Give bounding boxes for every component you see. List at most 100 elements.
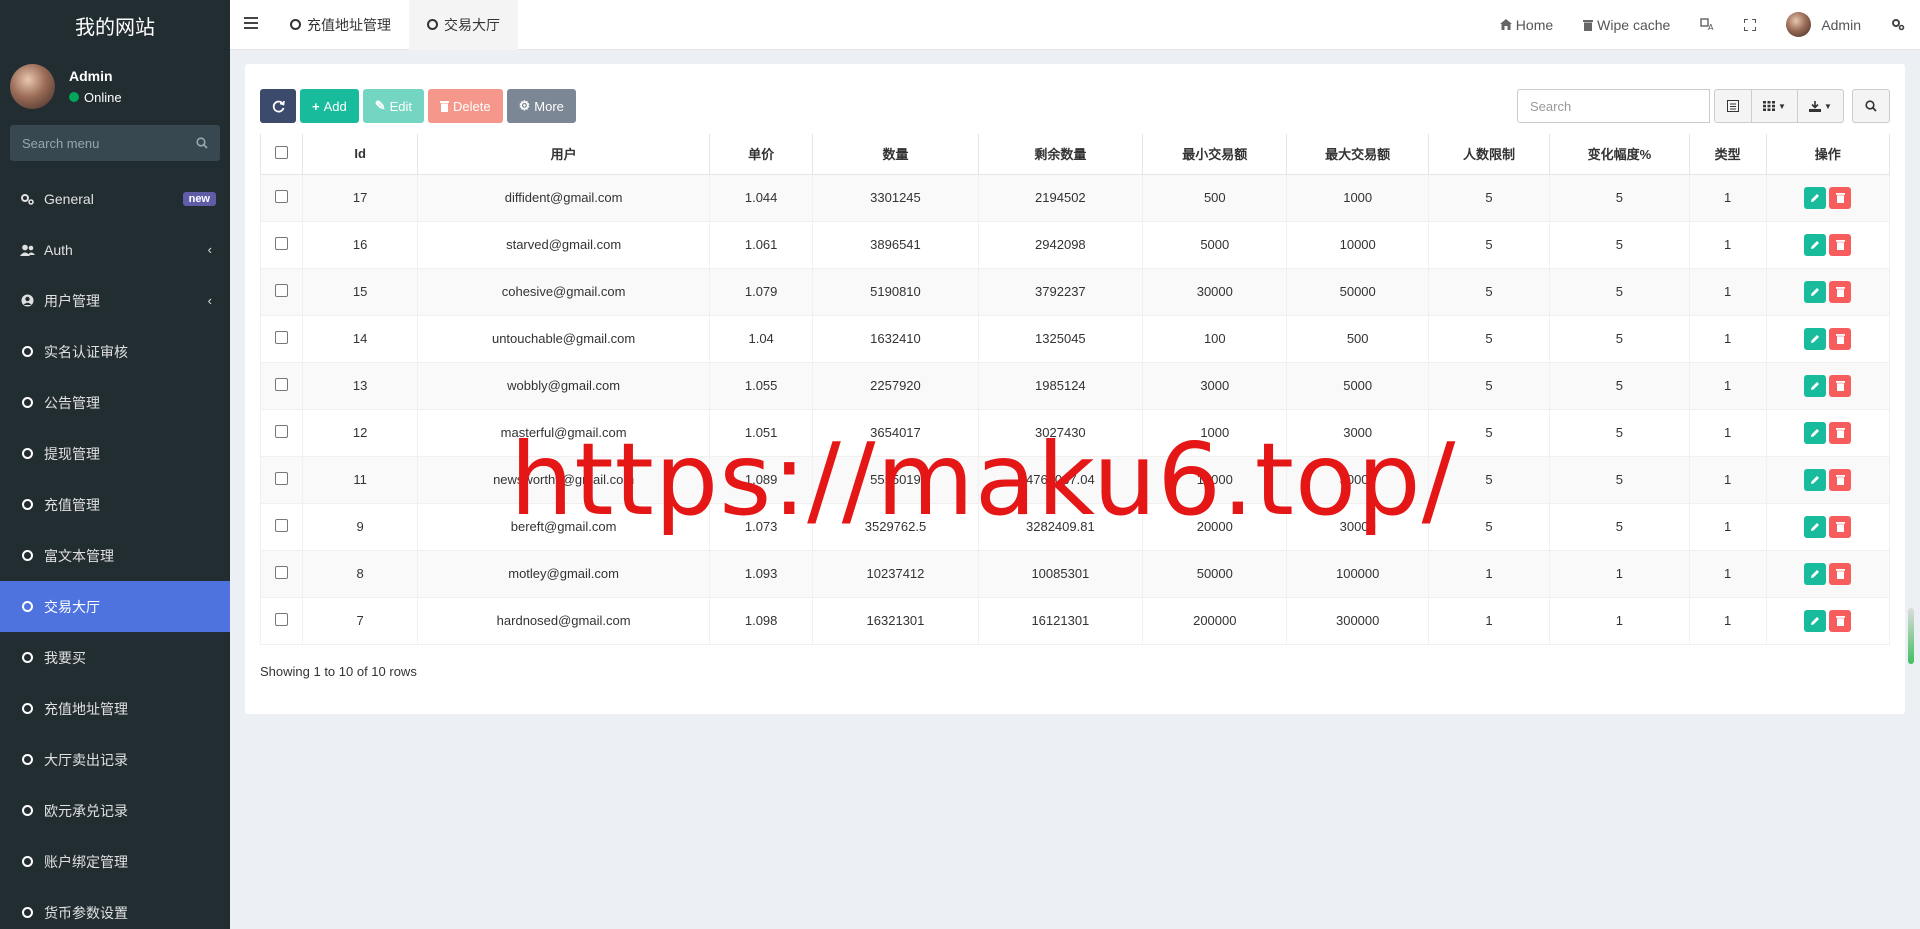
site-title[interactable]: 我的网站 (0, 0, 230, 50)
toggle-view-button[interactable] (1714, 89, 1752, 123)
sidebar-item-label: 货币参数设置 (44, 904, 128, 921)
sidebar-item-9[interactable]: 我要买 (0, 632, 230, 683)
search-icon (1865, 100, 1877, 112)
row-checkbox[interactable] (274, 283, 288, 297)
search-button[interactable] (1852, 89, 1890, 123)
sidebar-item-8[interactable]: 交易大厅 (0, 581, 230, 632)
table-row[interactable]: 13 wobbly@gmail.com 1.055 2257920 1985124 300… (260, 361, 1890, 409)
table-cell: 3896541 (812, 220, 979, 268)
row-checkbox[interactable] (274, 189, 288, 203)
row-select-cell (260, 267, 303, 315)
col-header[interactable]: 类型 (1688, 134, 1767, 175)
row-delete-button[interactable] (1829, 562, 1852, 585)
gears-icon[interactable] (1876, 0, 1920, 50)
tab-trading-hall[interactable]: 交易大厅 (409, 0, 518, 50)
search-input[interactable]: Search (1517, 89, 1710, 123)
row-edit-button[interactable] (1804, 468, 1827, 491)
row-delete-button[interactable] (1829, 186, 1852, 209)
row-delete-button[interactable] (1829, 280, 1852, 303)
table-row[interactable]: 14 untouchable@gmail.com 1.04 1632410 132504… (260, 314, 1890, 362)
cogs-icon (18, 193, 36, 205)
list-alt-icon (1727, 100, 1739, 112)
language-icon[interactable]: A (1685, 0, 1729, 50)
fullscreen-icon[interactable] (1729, 0, 1771, 50)
sidebar-item-10[interactable]: 充值地址管理 (0, 683, 230, 734)
table-header-row: Id 用户 单价 数量 剩余数量 最小交易额 最大交易额 人数限制 变化幅度% … (260, 134, 1890, 175)
row-checkbox[interactable] (274, 424, 288, 438)
sidebar-item-12[interactable]: 欧元承兑记录 (0, 785, 230, 836)
more-button[interactable]: ⚙ More (506, 89, 576, 123)
col-header[interactable]: 用户 (417, 134, 710, 175)
row-checkbox[interactable] (274, 518, 288, 532)
col-header[interactable]: 数量 (812, 134, 979, 175)
col-header[interactable]: 最小交易额 (1142, 134, 1288, 175)
row-delete-button[interactable] (1829, 515, 1852, 538)
row-edit-button[interactable] (1804, 515, 1827, 538)
table-row[interactable]: 16 starved@gmail.com 1.061 3896541 2942098 50… (260, 220, 1890, 268)
sidebar-item-6[interactable]: 充值管理 (0, 479, 230, 530)
sidebar-item-4[interactable]: 公告管理 (0, 377, 230, 428)
search-menu-input[interactable]: Search menu (10, 125, 220, 161)
col-header[interactable]: 人数限制 (1427, 134, 1550, 175)
row-edit-button[interactable] (1804, 562, 1827, 585)
sidebar-toggle-icon[interactable] (230, 16, 272, 34)
row-select-cell (260, 549, 303, 597)
col-header[interactable]: 单价 (708, 134, 814, 175)
row-delete-button[interactable] (1829, 468, 1852, 491)
table-row[interactable]: 7 hardnosed@gmail.com 1.098 16321301 1612130… (260, 596, 1890, 645)
sidebar-item-5[interactable]: 提现管理 (0, 428, 230, 479)
sidebar-item-2[interactable]: 用户管理 ‹ (0, 275, 230, 326)
row-delete-button[interactable] (1829, 609, 1852, 632)
row-checkbox[interactable] (274, 330, 288, 344)
export-button[interactable]: ▼ (1798, 89, 1844, 123)
row-checkbox[interactable] (274, 471, 288, 485)
scrollbar-indicator[interactable] (1908, 608, 1914, 664)
sidebar-item-11[interactable]: 大厅卖出记录 (0, 734, 230, 785)
row-delete-button[interactable] (1829, 233, 1852, 256)
download-icon (1809, 100, 1822, 112)
sidebar-item-3[interactable]: 实名认证审核 (0, 326, 230, 377)
row-edit-button[interactable] (1804, 186, 1827, 209)
sidebar-item-1[interactable]: Auth ‹ (0, 224, 230, 275)
row-checkbox[interactable] (274, 377, 288, 391)
col-header[interactable]: Id (301, 134, 419, 175)
table-row[interactable]: 15 cohesive@gmail.com 1.079 5190810 3792237 3… (260, 267, 1890, 315)
columns-toggle-button[interactable]: ▼ (1752, 89, 1798, 123)
col-header[interactable]: 最大交易额 (1286, 134, 1429, 175)
row-edit-button[interactable] (1804, 280, 1827, 303)
tab-recharge-address[interactable]: 充值地址管理 (272, 0, 409, 50)
sidebar-item-0[interactable]: General new (0, 173, 230, 224)
col-header[interactable]: 剩余数量 (977, 134, 1144, 175)
col-header[interactable]: 变化幅度% (1548, 134, 1690, 175)
table-cell: 15 (301, 267, 419, 315)
table-cell: 500 (1142, 173, 1288, 221)
row-delete-button[interactable] (1829, 327, 1852, 350)
wipe-cache-button[interactable]: Wipe cache (1568, 0, 1685, 50)
sidebar-item-7[interactable]: 富文本管理 (0, 530, 230, 581)
home-link[interactable]: Home (1485, 0, 1568, 50)
row-actions-cell (1765, 361, 1890, 409)
row-edit-button[interactable] (1804, 233, 1827, 256)
table-toolbar: + Add ✎ Edit Delete ⚙ More (260, 89, 576, 123)
add-button[interactable]: + Add (300, 89, 359, 123)
select-all-checkbox[interactable] (274, 145, 288, 159)
admin-user-menu[interactable]: Admin (1771, 0, 1876, 50)
sidebar-item-14[interactable]: 货币参数设置 (0, 887, 230, 929)
refresh-button[interactable] (260, 89, 296, 123)
row-checkbox[interactable] (274, 236, 288, 250)
row-edit-button[interactable] (1804, 374, 1827, 397)
delete-button[interactable]: Delete (428, 89, 503, 123)
select-all-header[interactable] (260, 134, 303, 175)
row-checkbox[interactable] (274, 612, 288, 626)
row-delete-button[interactable] (1829, 374, 1852, 397)
sidebar-item-13[interactable]: 账户绑定管理 (0, 836, 230, 887)
table-cell: 1985124 (977, 361, 1144, 409)
row-delete-button[interactable] (1829, 421, 1852, 444)
row-edit-button[interactable] (1804, 421, 1827, 444)
row-checkbox[interactable] (274, 565, 288, 579)
edit-button[interactable]: ✎ Edit (362, 89, 425, 123)
row-edit-button[interactable] (1804, 609, 1827, 632)
row-edit-button[interactable] (1804, 327, 1827, 350)
table-row[interactable]: 8 motley@gmail.com 1.093 10237412 10085301 50… (260, 549, 1890, 597)
table-row[interactable]: 17 diffident@gmail.com 1.044 3301245 2194502… (260, 173, 1890, 221)
